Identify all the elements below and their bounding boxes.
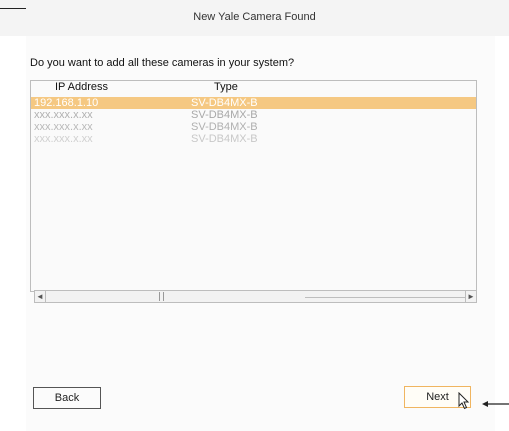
scrollbar-thumb[interactable] bbox=[159, 292, 164, 301]
cell-type: SV-DB4MX-B bbox=[191, 109, 258, 121]
table-row[interactable]: 192.168.1.10 SV-DB4MX-B bbox=[31, 97, 476, 109]
title-accent-line bbox=[0, 8, 26, 9]
cell-ip-address: 192.168.1.10 bbox=[34, 97, 99, 109]
back-button[interactable]: Back bbox=[33, 387, 101, 409]
cell-ip-address: xxx.xxx.x.xx bbox=[34, 109, 93, 121]
table-row[interactable]: xxx.xxx.x.xx SV-DB4MX-B bbox=[31, 109, 476, 121]
horizontal-scrollbar[interactable]: ◄ ► bbox=[34, 290, 477, 303]
dialog-title: New Yale Camera Found bbox=[193, 11, 316, 23]
cell-ip-address: xxx.xxx.x.xx bbox=[34, 121, 93, 133]
table-row[interactable]: xxx.xxx.x.xx SV-DB4MX-B bbox=[31, 121, 476, 133]
table-row[interactable]: xxx.xxx.x.xx SV-DB4MX-B bbox=[31, 133, 476, 145]
pointer-arrow-icon bbox=[482, 401, 509, 407]
cell-type: SV-DB4MX-B bbox=[191, 121, 258, 133]
camera-table[interactable]: IP Address Type 192.168.1.10 SV-DB4MX-B … bbox=[30, 80, 477, 292]
scroll-left-icon[interactable]: ◄ bbox=[35, 291, 46, 302]
cell-type: SV-DB4MX-B bbox=[191, 133, 258, 145]
column-header-ip-address[interactable]: IP Address bbox=[55, 81, 108, 93]
scrollbar-track bbox=[305, 297, 465, 298]
mouse-pointer-icon bbox=[458, 392, 470, 410]
scroll-right-icon[interactable]: ► bbox=[465, 291, 476, 302]
question-text: Do you want to add all these cameras in … bbox=[30, 57, 295, 69]
cell-ip-address: xxx.xxx.x.xx bbox=[34, 133, 93, 145]
title-bar: New Yale Camera Found bbox=[0, 0, 509, 36]
cell-type: SV-DB4MX-B bbox=[191, 97, 258, 109]
column-header-type[interactable]: Type bbox=[214, 81, 238, 93]
